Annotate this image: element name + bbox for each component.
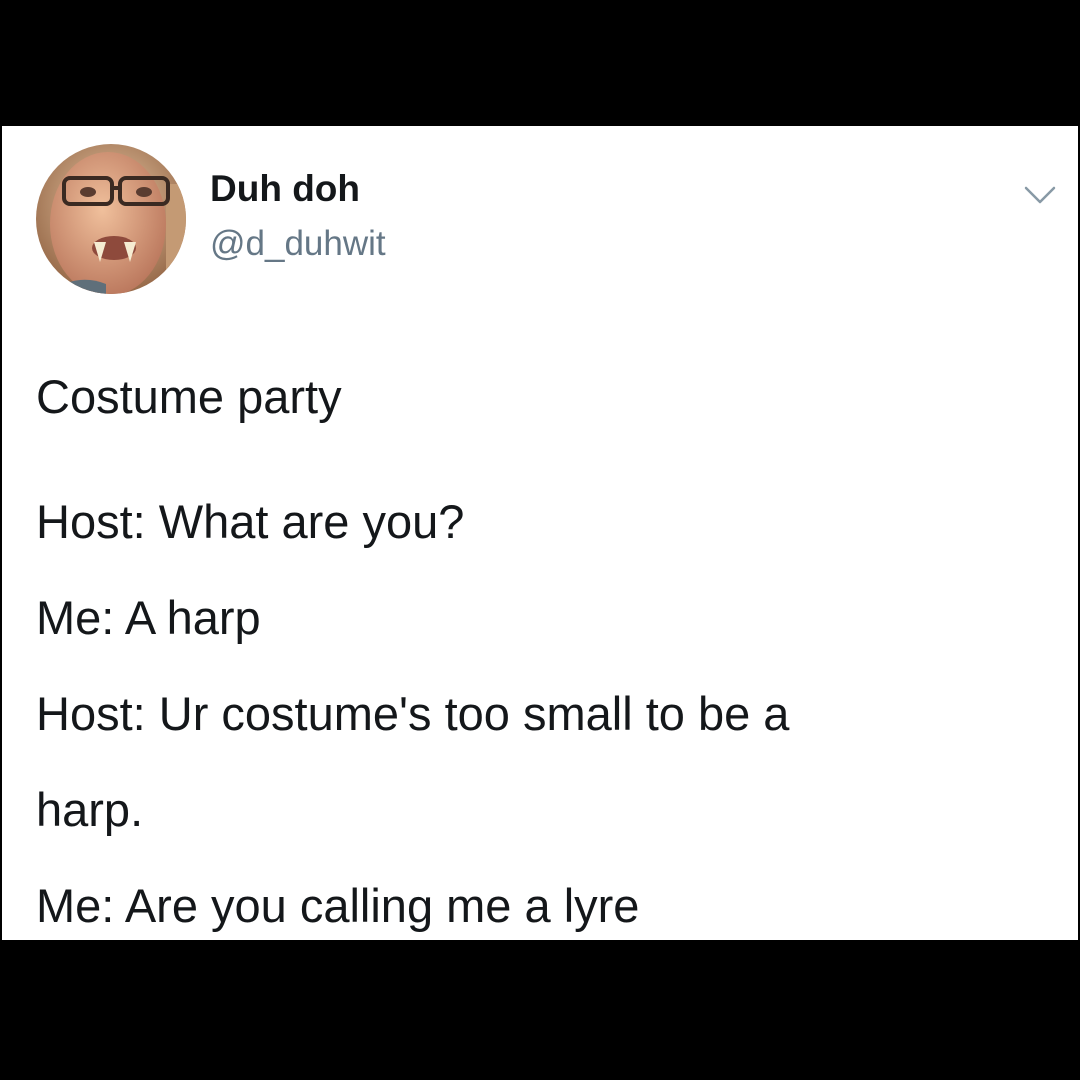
tweet-dialog: Host: What are you? Me: A harp Host: Ur … bbox=[36, 474, 1046, 954]
tweet-text-line: Costume party bbox=[36, 370, 342, 423]
tweet-text-line: Me: A harp bbox=[36, 591, 261, 644]
profile-photo-icon bbox=[36, 144, 186, 294]
tweet-text-line: Me: Are you calling me a lyre bbox=[36, 879, 640, 932]
tweet-text-line: Host: Ur costume's too small to be a bbox=[36, 687, 790, 740]
chevron-down-icon[interactable] bbox=[1020, 180, 1060, 210]
tweet-card: Duh doh @d_duhwit Costume party Host: Wh… bbox=[2, 126, 1078, 940]
tweet-text: Costume party Host: What are you? Me: A … bbox=[36, 368, 1046, 954]
image-frame: Duh doh @d_duhwit Costume party Host: Wh… bbox=[0, 0, 1080, 1080]
tweet-text-line: Host: What are you? bbox=[36, 495, 465, 548]
display-name[interactable]: Duh doh bbox=[210, 168, 360, 210]
tweet-text-line: harp. bbox=[36, 783, 144, 836]
user-handle[interactable]: @d_duhwit bbox=[210, 224, 386, 264]
avatar[interactable] bbox=[36, 144, 186, 294]
